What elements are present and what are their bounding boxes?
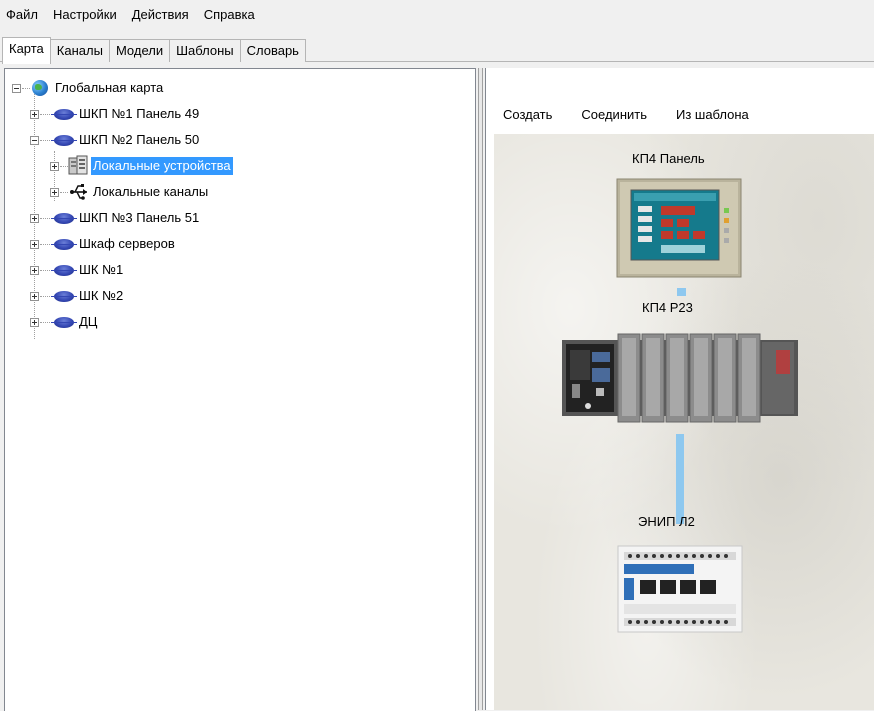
tree-node-server-cabinet[interactable]: Шкаф серверов [5, 235, 465, 253]
device-label: КП4 Р23 [642, 300, 693, 315]
expand-icon[interactable] [50, 188, 59, 197]
tree-node-label: Шкаф серверов [79, 236, 175, 251]
menu-file[interactable]: Файл [0, 0, 47, 30]
cabinet-node-icon [51, 265, 77, 276]
tab-models[interactable]: Модели [108, 39, 171, 62]
expand-icon[interactable] [30, 240, 39, 249]
collapse-icon[interactable] [12, 84, 21, 93]
cabinet-node-icon [51, 213, 77, 224]
cabinet-node-icon [51, 317, 77, 328]
menu-bar: Файл Настройки Действия Справка [0, 0, 874, 30]
tree-node-label: ШКП №2 Панель 50 [79, 132, 200, 147]
device-label: КП4 Панель [632, 151, 705, 166]
tree-node-shk-2[interactable]: ШК №2 [5, 287, 465, 305]
map-panel: Создать Соединить Из шаблона КП4 Панель [485, 68, 874, 710]
map-canvas[interactable]: КП4 Панель КП4 Р23 ЭНИП Л2 [494, 134, 874, 710]
panel-splitter[interactable] [478, 68, 483, 710]
connect-button[interactable]: Соединить [564, 101, 659, 129]
map-toolbar: Создать Соединить Из шаблона [486, 101, 874, 129]
tree-connector [60, 166, 68, 168]
tree-node-label: Локальные устройства [91, 157, 233, 175]
expand-icon[interactable] [50, 162, 59, 171]
globe-icon [32, 80, 48, 96]
tree-node-root[interactable]: Глобальная карта [5, 79, 465, 97]
usb-channels-icon [70, 184, 87, 200]
tab-map[interactable]: Карта [2, 37, 51, 64]
cabinet-node-icon [51, 239, 77, 250]
menu-actions[interactable]: Действия [126, 0, 198, 30]
tab-strip: Карта Каналы Модели Шаблоны Словарь [2, 37, 306, 64]
tree-node-label: ШКП №1 Панель 49 [79, 106, 200, 121]
expand-icon[interactable] [30, 110, 39, 119]
menu-help[interactable]: Справка [198, 0, 264, 30]
tree-node-shkp-1[interactable]: ШКП №1 Панель 49 [5, 105, 465, 123]
tree-node-label: ШКП №3 Панель 51 [79, 210, 200, 225]
tab-templates[interactable]: Шаблоны [169, 39, 241, 62]
tree-node-shkp-3[interactable]: ШКП №3 Панель 51 [5, 209, 465, 227]
menu-settings[interactable]: Настройки [47, 0, 126, 30]
collapse-icon[interactable] [30, 136, 39, 145]
tree-node-local-devices[interactable]: Локальные устройства [5, 155, 465, 175]
tree-node-label: Глобальная карта [55, 80, 164, 95]
cabinet-node-icon [51, 291, 77, 302]
cabinet-node-icon [51, 109, 77, 120]
tree-view[interactable]: Глобальная карта ШКП №1 Панель 49 ШКП №2… [4, 68, 476, 711]
device-link[interactable] [677, 288, 686, 296]
expand-icon[interactable] [30, 266, 39, 275]
tree-node-label: Локальные каналы [93, 184, 209, 199]
create-button[interactable]: Создать [486, 101, 564, 129]
device-link[interactable] [676, 434, 684, 524]
tree-node-local-channels[interactable]: Локальные каналы [5, 183, 465, 201]
expand-icon[interactable] [30, 292, 39, 301]
device-label: ЭНИП Л2 [638, 514, 695, 529]
tree-connector [22, 88, 30, 90]
touch-panel-device-icon[interactable] [616, 178, 742, 278]
from-template-button[interactable]: Из шаблона [659, 101, 761, 129]
tab-channels[interactable]: Каналы [49, 39, 110, 62]
plc-rack-device-icon[interactable] [562, 328, 798, 428]
tree-node-label: ДЦ [79, 314, 98, 329]
tree-node-label: ШК №2 [79, 288, 124, 303]
tab-dictionary[interactable]: Словарь [239, 39, 306, 62]
expand-icon[interactable] [30, 318, 39, 327]
network-switch-device-icon[interactable] [616, 542, 744, 638]
local-devices-icon [68, 155, 88, 175]
cabinet-node-icon [51, 135, 77, 146]
tree-node-shkp-2[interactable]: ШКП №2 Панель 50 [5, 131, 465, 149]
tree-node-dc[interactable]: ДЦ [5, 313, 465, 331]
expand-icon[interactable] [30, 214, 39, 223]
tree-node-shk-1[interactable]: ШК №1 [5, 261, 465, 279]
tree-connector [60, 192, 68, 194]
tree-node-label: ШК №1 [79, 262, 124, 277]
